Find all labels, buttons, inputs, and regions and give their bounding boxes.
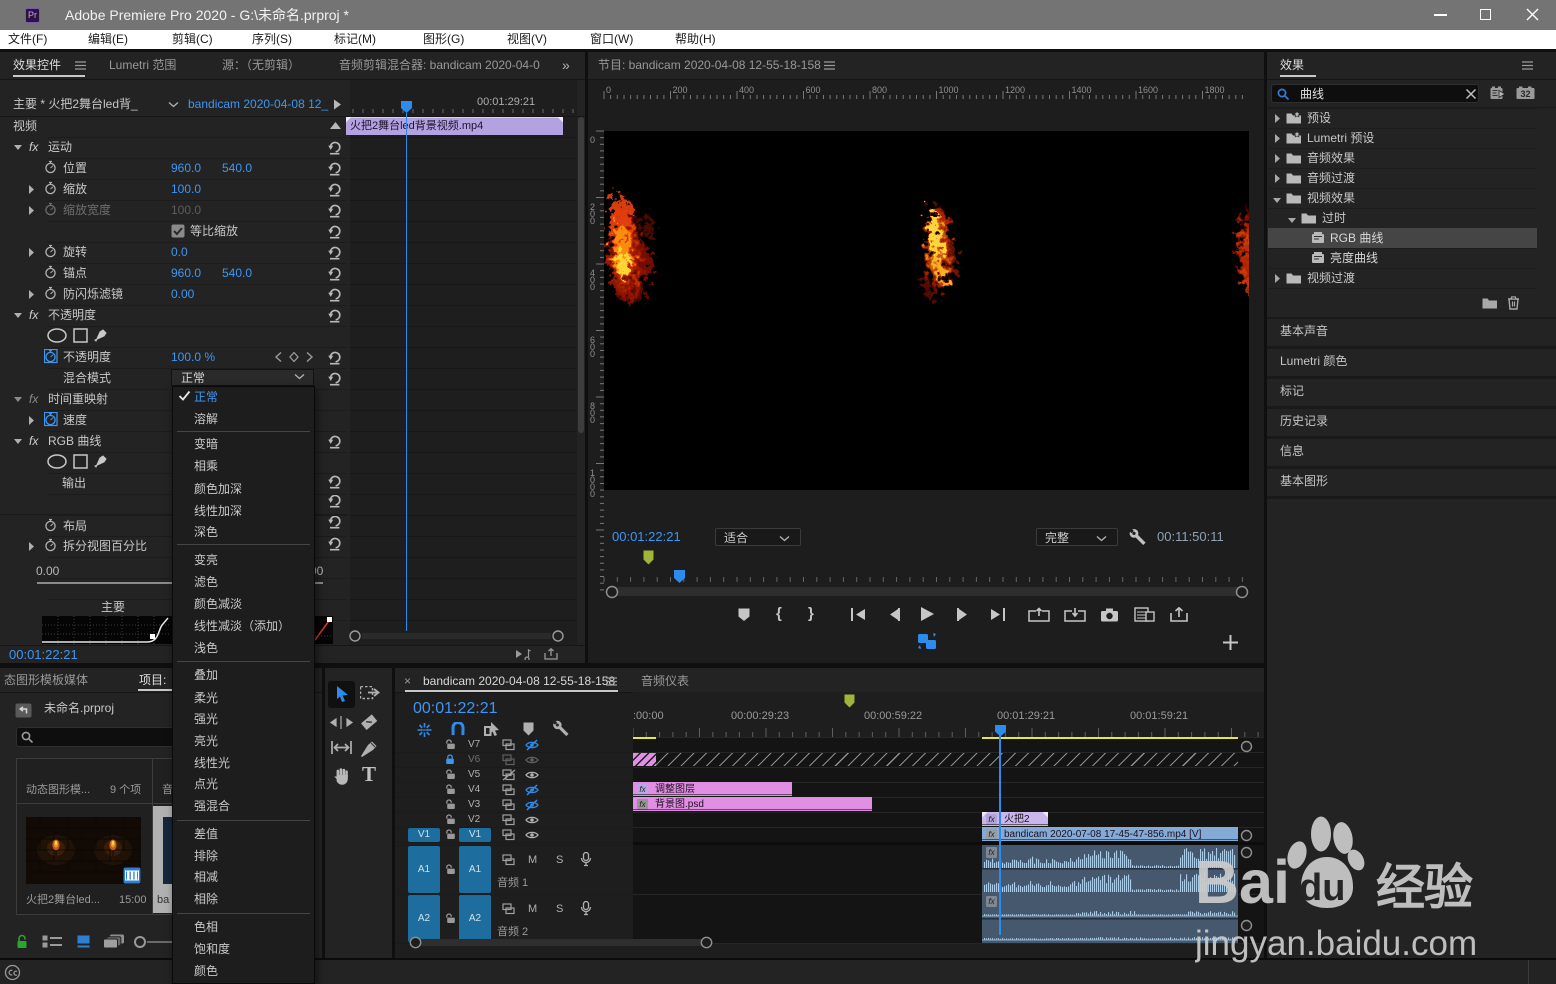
svg-text:jingyan.baidu.com: jingyan.baidu.com (1195, 924, 1477, 963)
svg-text:du: du (1299, 867, 1345, 909)
svg-text:32: 32 (1520, 89, 1530, 99)
svg-text:Bai: Bai (1195, 848, 1290, 916)
svg-text:经验: 经验 (1376, 861, 1473, 915)
